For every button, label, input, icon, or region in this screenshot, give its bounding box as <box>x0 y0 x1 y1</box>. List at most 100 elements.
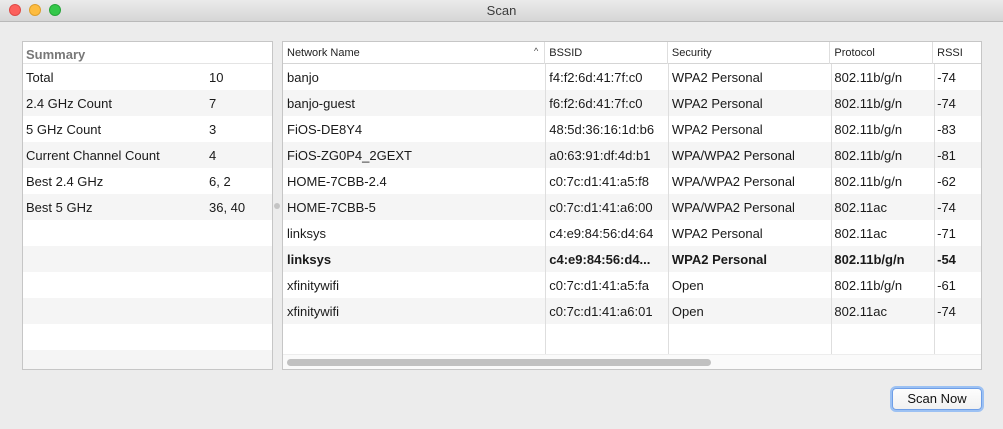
table-row[interactable]: banjo f4:f2:6d:41:7f:c0 WPA2 Personal 802.1… <box>283 64 981 90</box>
bssid-cell: a0:63:91:df:4d:b1 <box>549 147 651 163</box>
bssid-cell: c0:7c:d1:41:a5:f8 <box>549 173 649 189</box>
protocol-cell: 802.11b/g/n <box>834 277 903 293</box>
summary-label: 2.4 GHz Count <box>26 95 112 111</box>
bssid-cell: f6:f2:6d:41:7f:c0 <box>549 95 643 111</box>
empty-row <box>283 324 981 350</box>
column-header-security[interactable]: Security <box>668 42 831 64</box>
rssi-cell: -74 <box>937 69 956 85</box>
table-row[interactable]: HOME-7CBB-2.4 c0:7c:d1:41:a5:f8 WPA/WPA2 P… <box>283 168 981 194</box>
bssid-cell: c0:7c:d1:41:a6:01 <box>549 303 653 319</box>
summary-label: 5 GHz Count <box>26 121 102 137</box>
security-cell: WPA2 Personal <box>671 95 763 111</box>
empty-row <box>23 298 272 324</box>
summary-label: Current Channel Count <box>26 147 160 163</box>
protocol-cell: 802.11b/g/n <box>834 69 903 85</box>
network-name-cell: FiOS-ZG0P4_2GEXT <box>287 147 412 163</box>
protocol-cell: 802.11b/g/n <box>834 121 903 137</box>
network-name-cell: linksys <box>287 225 327 241</box>
security-cell: Open <box>671 303 704 319</box>
rssi-cell: -81 <box>937 147 956 163</box>
window-title: Scan <box>486 3 517 18</box>
protocol-cell: 802.11b/g/n <box>834 95 903 111</box>
security-cell: WPA2 Personal <box>671 251 768 267</box>
network-table[interactable]: Network Name ^ BSSID Security Protocol R… <box>282 41 982 370</box>
column-header-label: Protocol <box>834 47 875 59</box>
rssi-cell: -83 <box>937 121 956 137</box>
table-row[interactable]: linksys c4:e9:84:56:d4... WPA2 Personal 802… <box>283 246 981 272</box>
column-header-label: Network Name <box>287 47 360 59</box>
table-row[interactable]: FiOS-DE8Y4 48:5d:36:16:1d:b6 WPA2 Personal… <box>283 116 981 142</box>
scan-now-button[interactable]: Scan Now <box>892 388 982 410</box>
table-row[interactable]: xfinitywifi c0:7c:d1:41:a6:01 Open 802.11ac… <box>283 298 981 324</box>
column-divider <box>545 64 546 354</box>
table-row[interactable]: xfinitywifi c0:7c:d1:41:a5:fa Open 802.11b/… <box>283 272 981 298</box>
network-name-cell: HOME-7CBB-2.4 <box>287 173 387 189</box>
summary-value: 6, 2 <box>209 173 231 189</box>
column-header-label: Security <box>671 47 712 59</box>
summary-row: Best 2.4 GHz 6, 2 <box>23 168 272 194</box>
protocol-cell: 802.11ac <box>834 225 887 241</box>
rssi-cell: -74 <box>937 199 956 215</box>
column-header-label: RSSI <box>937 47 963 59</box>
column-header-bssid[interactable]: BSSID <box>545 42 668 64</box>
security-cell: WPA/WPA2 Personal <box>671 199 795 215</box>
rssi-cell: -74 <box>937 303 956 319</box>
column-header-network-name[interactable]: Network Name ^ <box>283 42 546 64</box>
summary-panel: Summary Total 10 2.4 GHz Count 7 5 GHz Count… <box>22 41 273 370</box>
summary-value: 36, 40 <box>209 199 246 215</box>
summary-row: Best 5 GHz 36, 40 <box>23 194 272 220</box>
summary-list: Total 10 2.4 GHz Count 7 5 GHz Count 3 Current… <box>23 64 272 369</box>
protocol-cell: 802.11b/g/n <box>834 173 903 189</box>
summary-row: Current Channel Count 4 <box>23 142 272 168</box>
network-name-cell: xfinitywifi <box>287 277 340 293</box>
rssi-cell: -71 <box>937 225 956 241</box>
bssid-cell: f4:f2:6d:41:7f:c0 <box>549 69 643 85</box>
column-header-protocol[interactable]: Protocol <box>830 42 934 64</box>
security-cell: WPA/WPA2 Personal <box>671 147 795 163</box>
summary-value: 7 <box>209 95 217 111</box>
empty-row <box>23 272 272 298</box>
network-name-cell: linksys <box>287 251 332 267</box>
bssid-cell: c4:e9:84:56:d4... <box>549 251 651 267</box>
bssid-cell: c0:7c:d1:41:a6:00 <box>549 199 653 215</box>
window-content: Summary Total 10 2.4 GHz Count 7 5 GHz Count… <box>0 22 1003 429</box>
split-view-divider-handle[interactable] <box>274 203 280 209</box>
summary-value: 3 <box>209 121 217 137</box>
summary-row: Total 10 <box>23 64 272 90</box>
sort-ascending-icon: ^ <box>534 46 539 56</box>
security-cell: Open <box>671 277 704 293</box>
bssid-cell: c0:7c:d1:41:a5:fa <box>549 277 649 293</box>
summary-header: Summary <box>23 42 272 64</box>
security-cell: WPA2 Personal <box>671 69 763 85</box>
summary-label: Best 5 GHz <box>26 199 93 215</box>
empty-row <box>23 246 272 272</box>
security-cell: WPA2 Personal <box>671 121 763 137</box>
summary-value: 10 <box>209 69 224 85</box>
bssid-cell: 48:5d:36:16:1d:b6 <box>549 121 655 137</box>
table-row[interactable]: linksys c4:e9:84:56:d4:64 WPA2 Personal 802… <box>283 220 981 246</box>
column-divider <box>831 64 832 354</box>
column-divider <box>668 64 669 354</box>
protocol-cell: 802.11ac <box>834 199 887 215</box>
table-row[interactable]: banjo-guest f6:f2:6d:41:7f:c0 WPA2 Persona… <box>283 90 981 116</box>
column-header-label: BSSID <box>549 47 583 59</box>
security-cell: WPA2 Personal <box>671 225 763 241</box>
scrollbar-thumb[interactable] <box>287 359 711 366</box>
empty-row <box>23 220 272 246</box>
summary-row: 5 GHz Count 3 <box>23 116 272 142</box>
column-header-rssi[interactable]: RSSI <box>933 42 981 64</box>
rssi-cell: -54 <box>937 251 956 267</box>
table-row[interactable]: HOME-7CBB-5 c0:7c:d1:41:a6:00 WPA/WPA2 Per… <box>283 194 981 220</box>
protocol-cell: 802.11ac <box>834 303 887 319</box>
table-body: banjo f4:f2:6d:41:7f:c0 WPA2 Personal 802.1… <box>283 64 981 354</box>
network-name-cell: xfinitywifi <box>287 303 340 319</box>
summary-label: Best 2.4 GHz <box>26 173 104 189</box>
rssi-cell: -62 <box>937 173 956 189</box>
summary-label: Total <box>26 69 54 85</box>
empty-row <box>23 350 272 369</box>
horizontal-scrollbar[interactable] <box>283 354 981 369</box>
table-row[interactable]: FiOS-ZG0P4_2GEXT a0:63:91:df:4d:b1 WPA/WPA… <box>283 142 981 168</box>
summary-row: 2.4 GHz Count 7 <box>23 90 272 116</box>
summary-value: 4 <box>209 147 217 163</box>
rssi-cell: -61 <box>937 277 956 293</box>
